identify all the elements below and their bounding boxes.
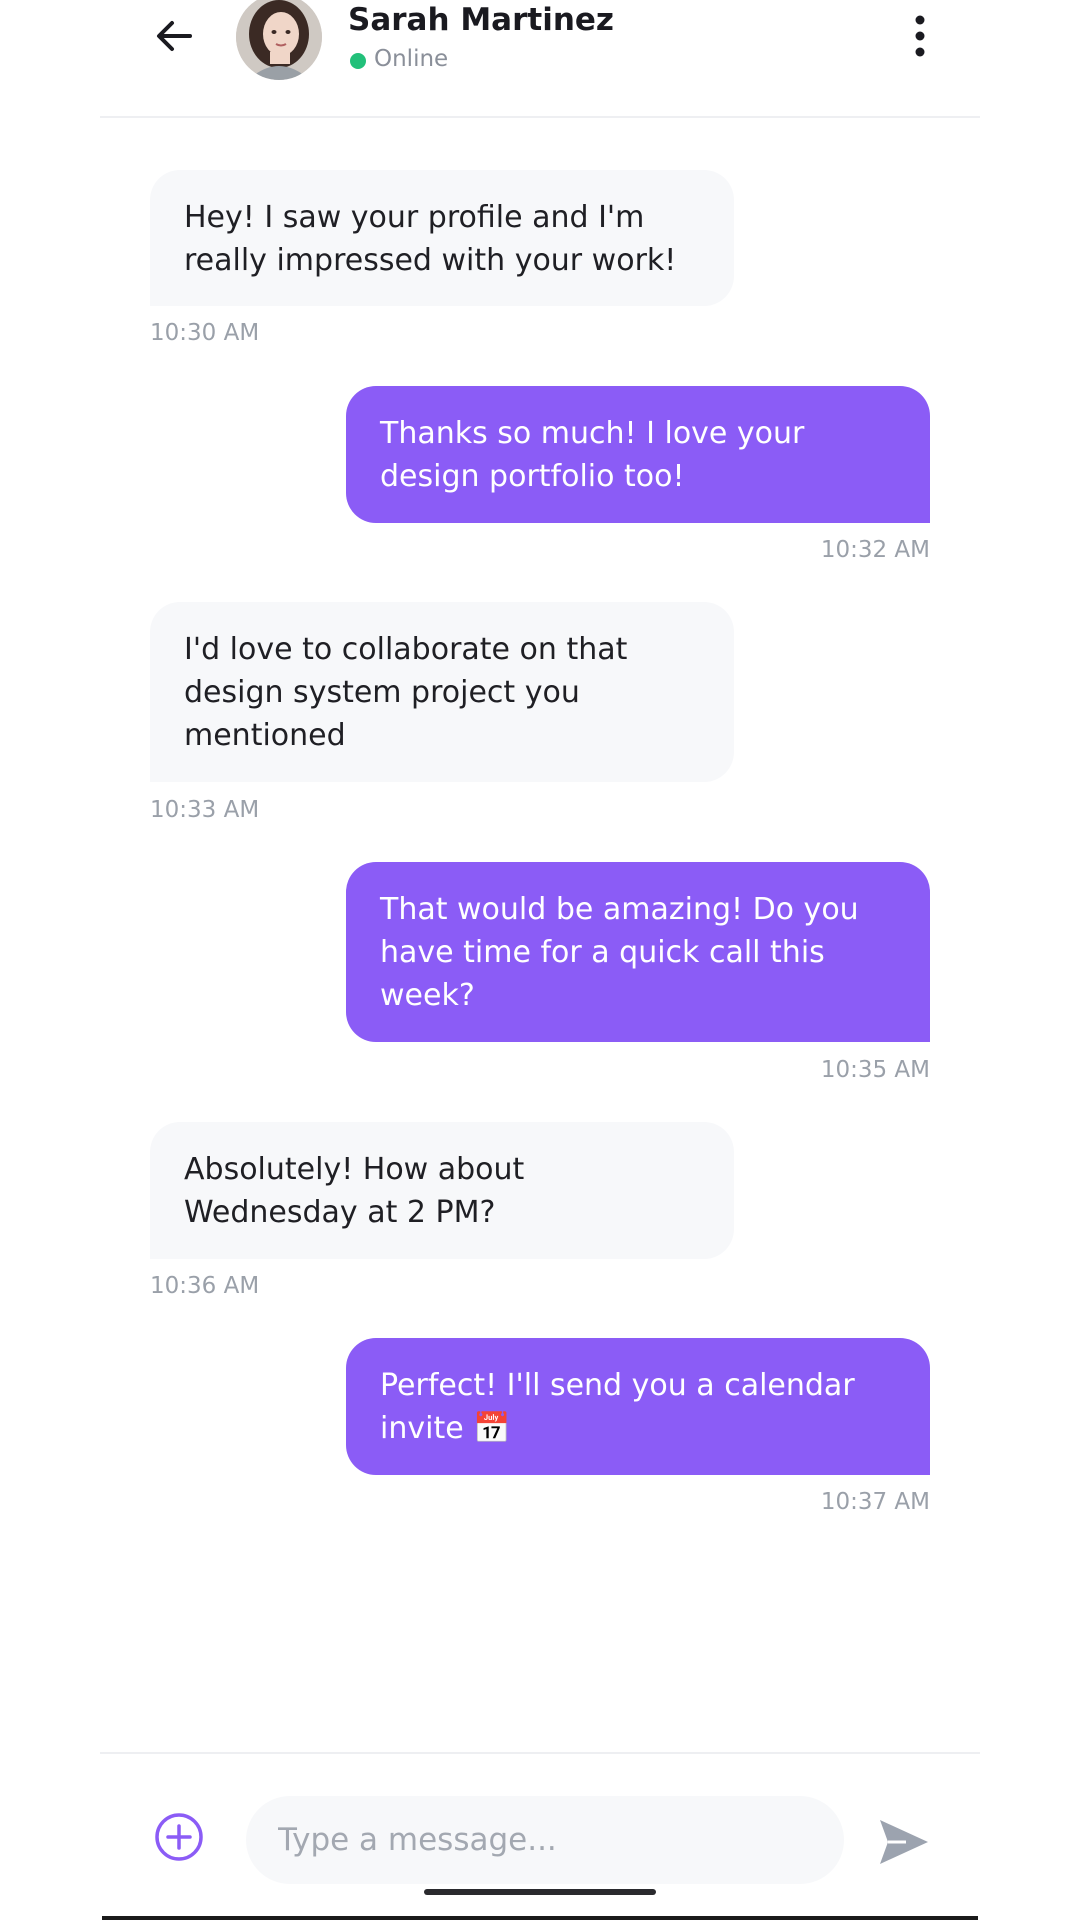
send-icon xyxy=(880,1820,928,1864)
add-attachment-button[interactable] xyxy=(154,1812,204,1862)
arrow-left-icon xyxy=(157,21,192,51)
online-status-text: Online xyxy=(374,46,449,72)
avatar[interactable] xyxy=(236,0,322,80)
device-bottom-edge xyxy=(102,1916,978,1920)
chat-screen: Sarah Martinez Online Hey! I saw your pr… xyxy=(0,0,1080,1920)
message-bubble-incoming: Absolutely! How about Wednesday at 2 PM? xyxy=(150,1122,734,1259)
home-indicator xyxy=(424,1889,656,1895)
message-timestamp: 10:30 AM xyxy=(150,320,260,346)
more-vertical-icon xyxy=(915,15,925,57)
message-timestamp: 10:32 AM xyxy=(820,537,930,563)
message-bubble-outgoing: Perfect! I'll send you a calendar invite… xyxy=(346,1338,930,1475)
contact-photo xyxy=(236,0,322,80)
message-timestamp: 10:37 AM xyxy=(820,1489,930,1515)
message-timestamp: 10:35 AM xyxy=(820,1057,930,1083)
more-options-button[interactable] xyxy=(900,10,940,62)
plus-circle-icon xyxy=(155,1813,203,1861)
composer-divider xyxy=(100,1752,980,1754)
message-input[interactable] xyxy=(246,1796,844,1884)
back-button[interactable] xyxy=(150,12,198,60)
contact-name: Sarah Martinez xyxy=(348,2,614,38)
message-bubble-outgoing: Thanks so much! I love your design portf… xyxy=(346,386,930,523)
message-bubble-outgoing: That would be amazing! Do you have time … xyxy=(346,862,930,1042)
message-timestamp: 10:33 AM xyxy=(150,797,260,823)
online-status-dot xyxy=(350,53,366,69)
message-timestamp: 10:36 AM xyxy=(150,1273,260,1299)
message-bubble-incoming: Hey! I saw your profile and I'm really i… xyxy=(150,170,734,306)
message-bubble-incoming: I'd love to collaborate on that design s… xyxy=(150,602,734,782)
send-button[interactable] xyxy=(876,1814,932,1870)
chat-header: Sarah Martinez Online xyxy=(100,0,980,118)
